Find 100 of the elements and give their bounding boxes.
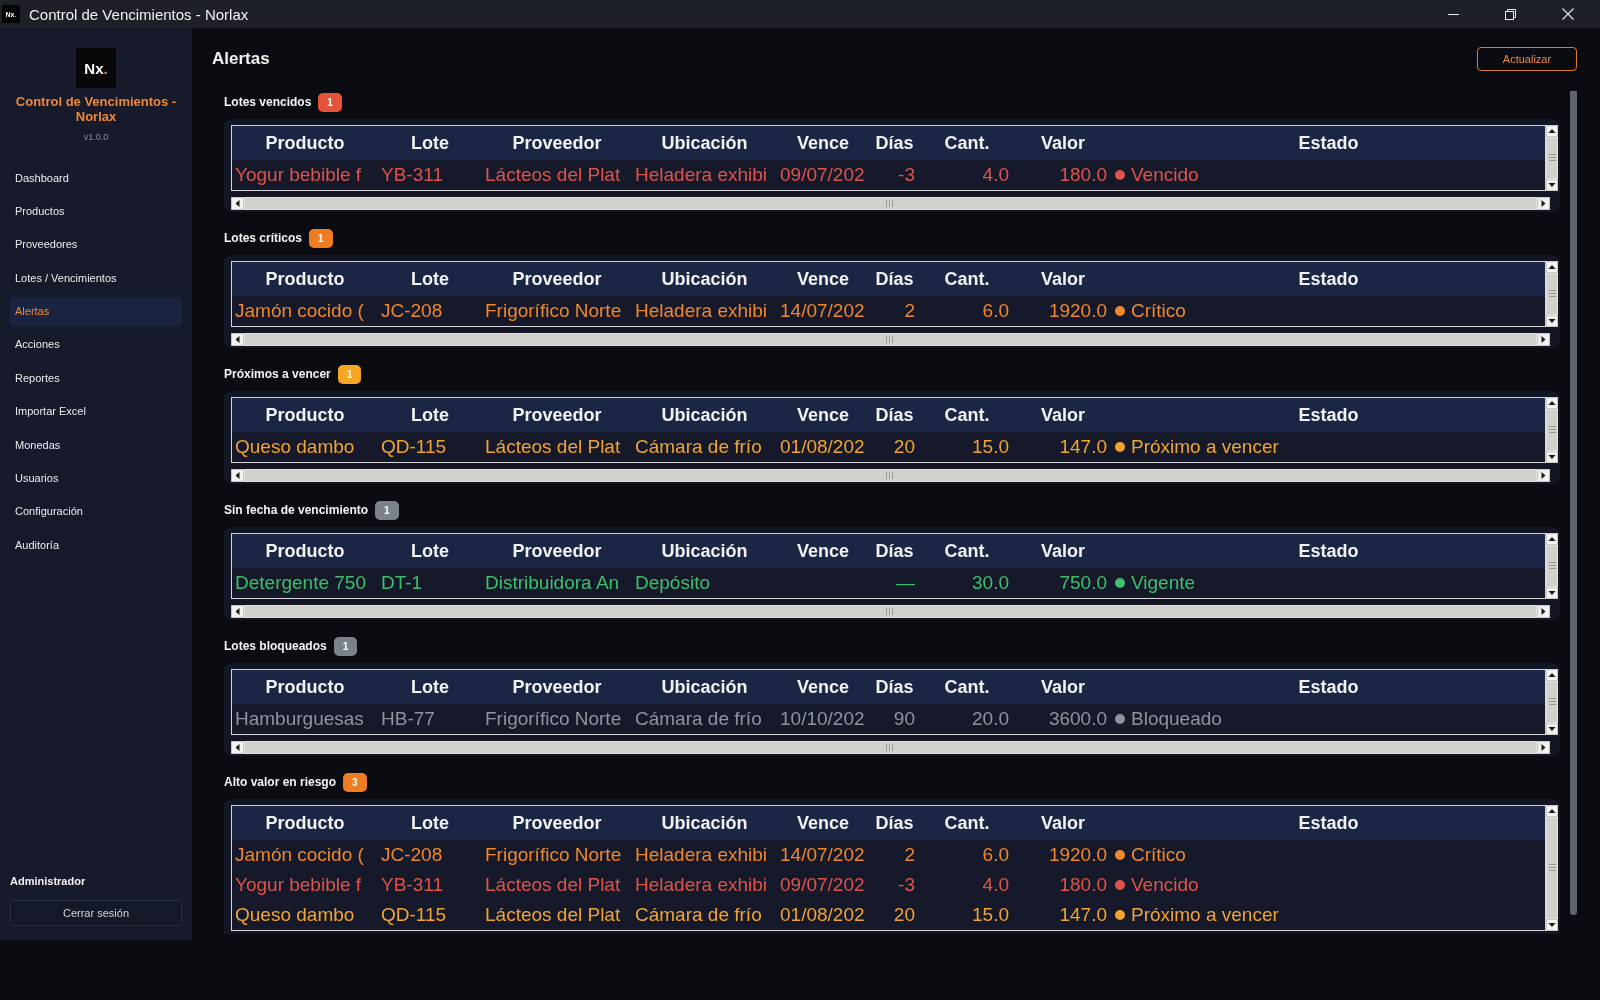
table-row[interactable]: Detergente 750 DT-1 Distribuidora An Depósito — 30.0 750.0 Vigente [232,568,1545,598]
column-header[interactable]: Ubicación [632,812,777,834]
column-header[interactable]: Valor [1014,676,1112,698]
column-header[interactable]: Días [869,812,920,834]
sidebar-item[interactable]: Monedas [10,430,182,460]
column-header[interactable]: Ubicación [632,676,777,698]
minimize-icon[interactable] [1448,13,1459,15]
scrollbar-thumb[interactable] [245,334,1536,345]
column-header[interactable]: Valor [1014,132,1112,154]
column-header[interactable]: Proveedor [482,132,632,154]
scrollbar-thumb[interactable] [1547,682,1557,722]
table-row[interactable]: Yogur bebible f YB-311 Lácteos del Plat Heladera exhibi 09/07/202 -3 4.0 180.0 Vencido [232,160,1545,190]
column-header[interactable]: Cant. [920,676,1014,698]
column-header[interactable]: Proveedor [482,812,632,834]
restore-icon[interactable] [1505,8,1516,20]
column-header[interactable]: Vence [777,132,869,154]
column-header[interactable]: Estado [1112,268,1545,290]
vertical-scrollbar[interactable] [1546,533,1558,599]
close-icon[interactable] [1562,8,1574,20]
sidebar-item[interactable]: Productos [10,196,182,226]
column-header[interactable]: Proveedor [482,404,632,426]
column-header[interactable]: Vence [777,404,869,426]
table-row[interactable]: Jamón cocido ( JC-208 Frigorífico Norte Heladera exhibi 14/07/202 2 6.0 1920.0 Crítico [232,296,1545,326]
horizontal-scrollbar[interactable] [231,605,1550,618]
vertical-scrollbar[interactable] [1546,805,1558,931]
scrollbar-thumb[interactable] [245,606,1536,617]
vertical-scrollbar[interactable] [1546,669,1558,735]
scrollbar-thumb[interactable] [1570,91,1577,915]
column-header[interactable]: Vence [777,676,869,698]
column-header[interactable]: Lote [378,132,482,154]
table-row[interactable]: Hamburguesas HB-77 Frigorífico Norte Cámara de frío 10/10/202 90 20.0 3600.0 Bloqueado [232,704,1545,734]
column-header[interactable]: Proveedor [482,676,632,698]
column-header[interactable]: Cant. [920,540,1014,562]
scrollbar-thumb[interactable] [245,470,1536,481]
horizontal-scrollbar[interactable] [231,469,1550,482]
column-header[interactable]: Producto [232,812,378,834]
scrollbar-thumb[interactable] [1547,818,1557,918]
column-header[interactable]: Vence [777,812,869,834]
column-header[interactable]: Días [869,676,920,698]
logout-button[interactable]: Cerrar sesión [10,900,182,926]
scrollbar-thumb[interactable] [1547,138,1557,178]
scrollbar-thumb[interactable] [1547,410,1557,450]
column-header[interactable]: Ubicación [632,132,777,154]
horizontal-scrollbar[interactable] [231,333,1550,346]
column-header[interactable]: Producto [232,404,378,426]
column-header[interactable]: Vence [777,540,869,562]
column-header[interactable]: Vence [777,268,869,290]
scrollbar-thumb[interactable] [1547,546,1557,586]
column-header[interactable]: Días [869,404,920,426]
column-header[interactable]: Cant. [920,268,1014,290]
table-row[interactable]: Queso dambo QD-115 Lácteos del Plat Cámara de frío 01/08/202 20 15.0 147.0 Próximo a vencer [232,432,1545,462]
sidebar-item[interactable]: Reportes [10,363,182,393]
column-header[interactable]: Cant. [920,132,1014,154]
sidebar-item[interactable]: Usuarios [10,463,182,493]
sidebar-item[interactable]: Proveedores [10,229,182,259]
table-row[interactable]: Queso dambo QD-115 Lácteos del Plat Cámara de frío 01/08/202 20 15.0 147.0 Próximo a vencer [232,900,1545,930]
horizontal-scrollbar[interactable] [231,197,1550,210]
scrollbar-thumb[interactable] [1547,274,1557,314]
sidebar-item[interactable]: Lotes / Vencimientos [10,263,182,293]
vertical-scrollbar[interactable] [1546,397,1558,463]
column-header[interactable]: Producto [232,132,378,154]
column-header[interactable]: Valor [1014,540,1112,562]
scrollbar-thumb[interactable] [245,198,1536,209]
column-header[interactable]: Lote [378,812,482,834]
vertical-scrollbar[interactable] [1546,261,1558,327]
vertical-scrollbar[interactable] [1546,125,1558,191]
column-header[interactable]: Valor [1014,404,1112,426]
column-header[interactable]: Estado [1112,404,1545,426]
column-header[interactable]: Proveedor [482,540,632,562]
sidebar-item[interactable]: Configuración [10,496,182,526]
column-header[interactable]: Estado [1112,132,1545,154]
column-header[interactable]: Días [869,268,920,290]
column-header[interactable]: Lote [378,676,482,698]
sidebar-item[interactable]: Auditoría [10,530,182,560]
column-header[interactable]: Días [869,132,920,154]
column-header[interactable]: Ubicación [632,268,777,290]
sidebar-item[interactable]: Acciones [10,329,182,359]
column-header[interactable]: Días [869,540,920,562]
column-header[interactable]: Lote [378,404,482,426]
column-header[interactable]: Valor [1014,812,1112,834]
horizontal-scrollbar[interactable] [231,741,1550,754]
column-header[interactable]: Estado [1112,676,1545,698]
refresh-button[interactable]: Actualizar [1477,47,1577,71]
column-header[interactable]: Ubicación [632,540,777,562]
column-header[interactable]: Producto [232,540,378,562]
column-header[interactable]: Lote [378,268,482,290]
column-header[interactable]: Proveedor [482,268,632,290]
column-header[interactable]: Lote [378,540,482,562]
column-header[interactable]: Cant. [920,812,1014,834]
column-header[interactable]: Valor [1014,268,1112,290]
sidebar-item[interactable]: Alertas [10,296,182,326]
column-header[interactable]: Producto [232,268,378,290]
scrollbar-thumb[interactable] [245,742,1536,753]
sidebar-item[interactable]: Dashboard [10,163,182,192]
table-row[interactable]: Jamón cocido ( JC-208 Frigorífico Norte Heladera exhibi 14/07/202 2 6.0 1920.0 Crítico [232,840,1545,870]
column-header[interactable]: Estado [1112,540,1545,562]
column-header[interactable]: Estado [1112,812,1545,834]
column-header[interactable]: Producto [232,676,378,698]
column-header[interactable]: Cant. [920,404,1014,426]
table-row[interactable]: Yogur bebible f YB-311 Lácteos del Plat Heladera exhibi 09/07/202 -3 4.0 180.0 Vencido [232,870,1545,900]
